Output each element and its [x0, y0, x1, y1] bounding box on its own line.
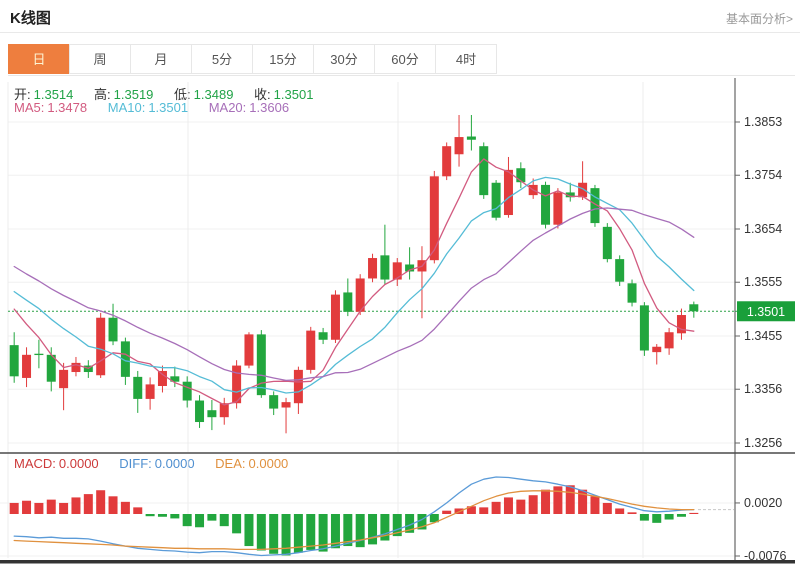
- tab-15min[interactable]: 15分: [252, 44, 314, 74]
- svg-text:1.3501: 1.3501: [747, 305, 785, 319]
- page: { "header": { "title": "K线图", "link": "基…: [0, 0, 800, 568]
- svg-text:1.3555: 1.3555: [744, 275, 782, 289]
- fundamental-analysis-link[interactable]: 基本面分析>: [726, 10, 793, 27]
- tab-month[interactable]: 月: [130, 44, 192, 74]
- tab-5min[interactable]: 5分: [191, 44, 253, 74]
- tab-4hour[interactable]: 4时: [435, 44, 497, 74]
- interval-tabs: 日 周 月 5分 15分 30分 60分 4时: [8, 44, 795, 74]
- interval-tab-bar: 日 周 月 5分 15分 30分 60分 4时: [8, 44, 795, 76]
- tab-day[interactable]: 日: [8, 44, 70, 74]
- svg-text:1.3455: 1.3455: [744, 329, 782, 343]
- title-divider: [0, 32, 800, 33]
- svg-text:1.3256: 1.3256: [744, 436, 782, 450]
- page-title: K线图: [10, 7, 51, 28]
- svg-text:1.3654: 1.3654: [744, 222, 782, 236]
- tab-60min[interactable]: 60分: [374, 44, 436, 74]
- svg-text:1.3853: 1.3853: [744, 115, 782, 129]
- tab-week[interactable]: 周: [69, 44, 131, 74]
- header: K线图 基本面分析>: [0, 0, 800, 32]
- kline-macd-chart[interactable]: 1.3853 1.3754 1.3654 1.3555 1.3455 1.3356 1.32…: [0, 78, 800, 568]
- svg-text:1.3356: 1.3356: [744, 382, 782, 396]
- tab-30min[interactable]: 30分: [313, 44, 375, 74]
- svg-text:0.0020: 0.0020: [744, 496, 782, 510]
- svg-text:1.3754: 1.3754: [744, 168, 782, 182]
